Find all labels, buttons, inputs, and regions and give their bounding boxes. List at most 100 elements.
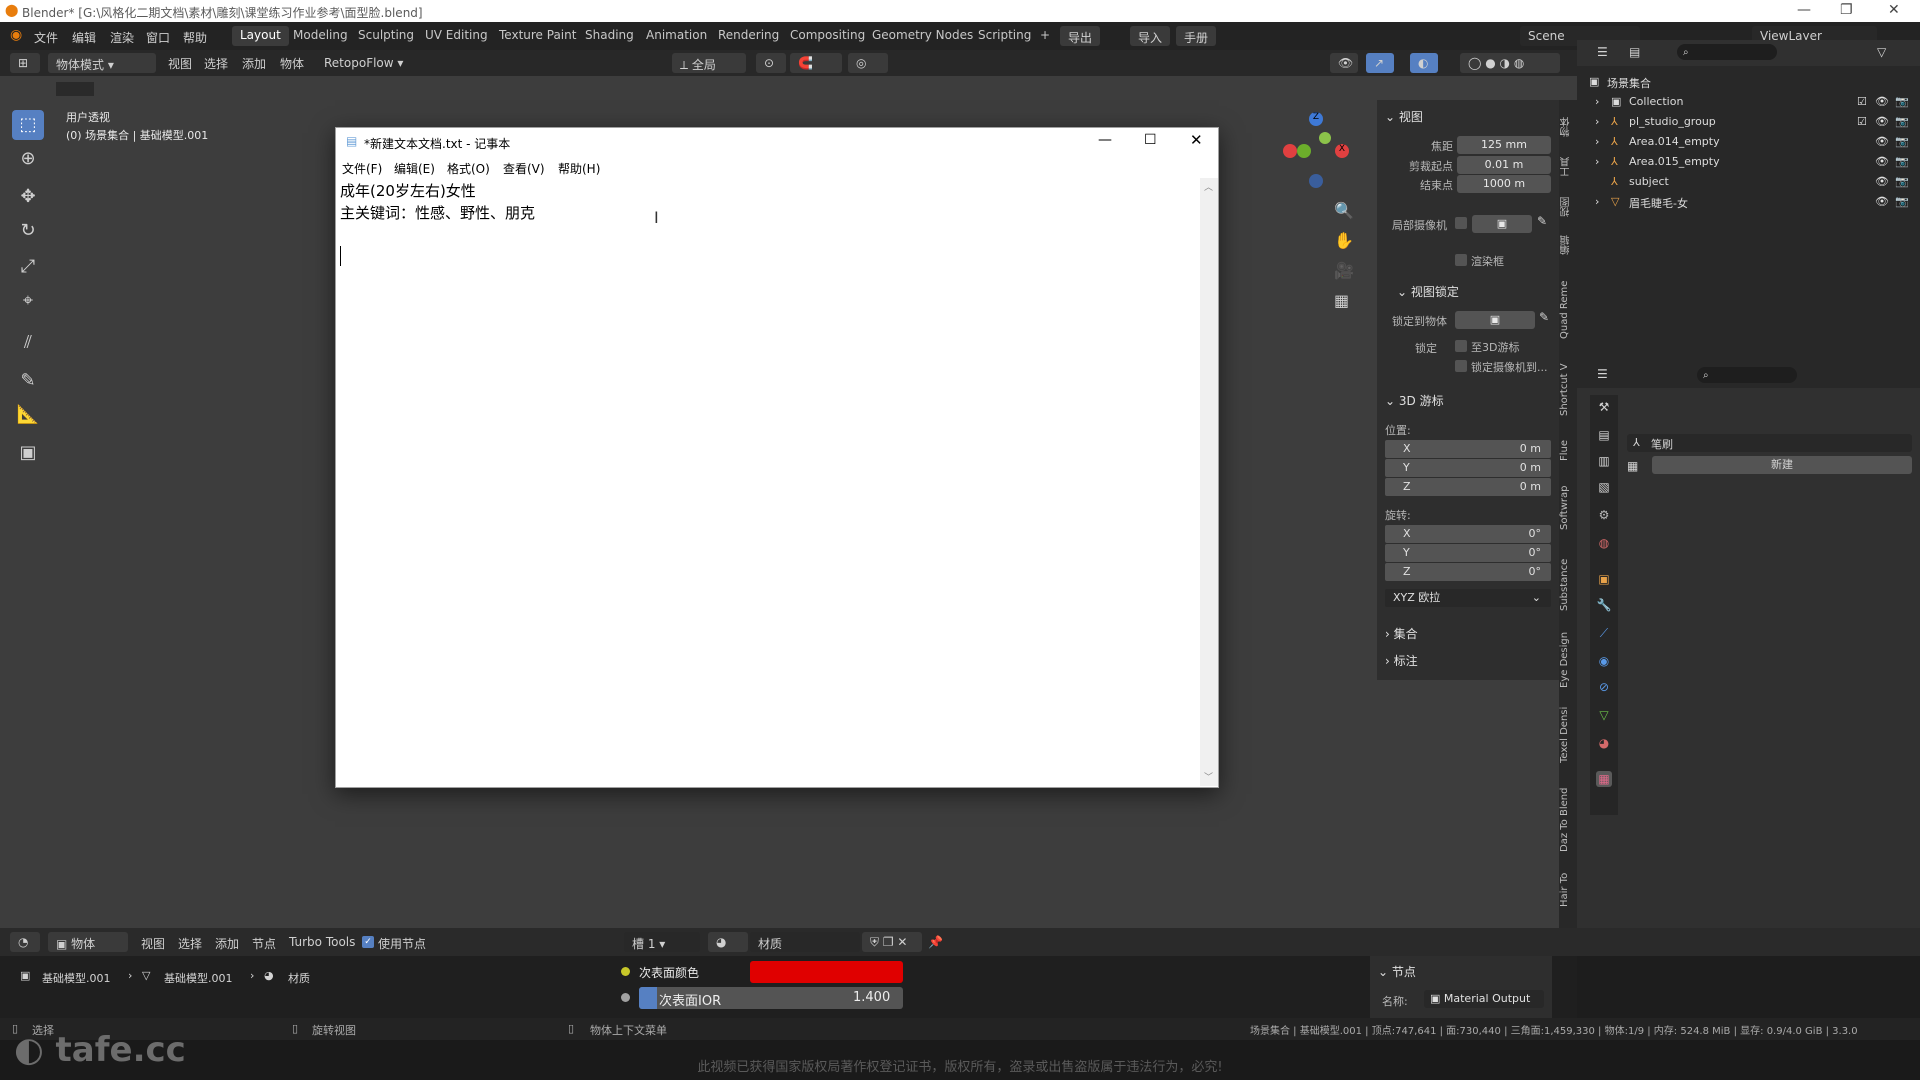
tab-tool[interactable]: 工具 [1559, 152, 1577, 182]
menu-file[interactable]: 文件 [34, 29, 58, 46]
tab-hair-to[interactable]: Hair To [1559, 860, 1577, 920]
eye-icon[interactable]: 👁 [1875, 155, 1889, 168]
tab-uv-editing[interactable]: UV Editing [417, 26, 496, 46]
new-brush-button[interactable]: 新建 [1652, 456, 1912, 474]
outliner-item[interactable]: › ⅄ pl_studio_group ☑ 👁 📷 [1577, 112, 1920, 132]
export-button[interactable]: 导出 [1060, 26, 1101, 46]
slot-selector[interactable]: 槽 1 ▾ [624, 932, 700, 952]
socket-float-icon[interactable] [621, 993, 630, 1002]
cursor-rot-z[interactable]: Z 0° [1385, 563, 1551, 581]
tool-icon[interactable]: ⚒ [1596, 399, 1612, 415]
annotation-panel-header[interactable]: › 标注 [1385, 652, 1418, 669]
tab-edit[interactable]: 编辑 [1559, 230, 1577, 260]
camera-icon[interactable]: 📷 [1895, 135, 1909, 148]
tab-quad-remesher[interactable]: Quad Reme [1559, 270, 1577, 350]
render-region-checkbox[interactable] [1455, 254, 1467, 266]
pivot-icon[interactable]: ⊙ [756, 53, 786, 73]
scale-icon[interactable]: ⤢ [12, 252, 44, 282]
outliner-root[interactable]: ▣ 场景集合 [1577, 72, 1920, 92]
menu-help[interactable]: 帮助 [183, 29, 207, 46]
gizmo-neg-y-axis[interactable] [1319, 132, 1331, 144]
checkbox-icon[interactable]: ☑ [1857, 115, 1867, 128]
menu-render[interactable]: 渲染 [110, 29, 134, 46]
output-icon[interactable]: ▥ [1596, 453, 1612, 469]
minimize-icon[interactable]: — [1098, 132, 1112, 148]
restore-icon[interactable]: ❐ [1840, 2, 1853, 18]
notepad-menu-view[interactable]: 查看(V) [503, 160, 545, 177]
menu-edit[interactable]: 编辑 [72, 29, 96, 46]
menu-view[interactable]: 视图 [141, 935, 165, 952]
node-name-field[interactable]: ▣ Material Output [1424, 990, 1544, 1008]
eye-icon[interactable]: 👁 [1875, 135, 1889, 148]
rotation-mode-selector[interactable]: XYZ 欧拉 ⌄ [1385, 589, 1551, 607]
gizmo-x-axis[interactable]: X [1335, 144, 1349, 158]
tab-layout[interactable]: Layout [232, 26, 289, 46]
lock-3d-cursor-checkbox[interactable] [1455, 340, 1467, 352]
tab-texel-density[interactable]: Texel Densi [1559, 700, 1577, 770]
tab-shortcut-v[interactable]: Shortcut V [1559, 355, 1577, 425]
menu-select[interactable]: 选择 [204, 55, 228, 72]
view-lock-header[interactable]: ⌄ 视图锁定 [1397, 283, 1459, 300]
scene-icon[interactable]: ⚙ [1596, 507, 1612, 523]
expand-icon[interactable]: › [1595, 135, 1599, 148]
camera-icon[interactable]: 📷 [1895, 175, 1909, 188]
texture-tab-icon[interactable]: ▦ [1596, 771, 1612, 787]
retopoflow-menu[interactable]: RetopoFlow ▾ [316, 53, 412, 73]
menu-node[interactable]: 节点 [252, 935, 276, 952]
grid-view-icon[interactable]: ▦ [1334, 286, 1354, 316]
minimize-icon[interactable]: — [1797, 2, 1811, 18]
material-actions[interactable]: ⛨ ❐ ✕ [862, 932, 922, 952]
outliner-search-input[interactable]: ⌕ [1677, 44, 1777, 60]
cursor-icon[interactable]: ⊕ [12, 144, 44, 174]
tab-animation[interactable]: Animation [638, 26, 715, 46]
tab-sculpting[interactable]: Sculpting [350, 26, 422, 46]
cursor-loc-z[interactable]: Z0 m [1385, 478, 1551, 496]
editor-type-icon[interactable]: ⊞ [10, 53, 40, 73]
add-workspace-button[interactable]: + [1032, 26, 1058, 46]
outliner-item[interactable]: › ⅄ Area.015_empty 👁 📷 [1577, 152, 1920, 172]
tab-rendering[interactable]: Rendering [710, 26, 787, 46]
constraints-icon[interactable]: ⊘ [1596, 679, 1612, 695]
gizmo-y-axis[interactable] [1297, 144, 1311, 158]
brush-selector[interactable]: ⅄ 笔刷 [1627, 434, 1912, 452]
camera-icon[interactable]: 📷 [1895, 155, 1909, 168]
focal-length-field[interactable]: 125 mm [1457, 136, 1551, 154]
proportional-edit-icon[interactable]: ◎ [848, 53, 888, 73]
shading-modes[interactable]: ◯ ● ◑ ◍ [1460, 53, 1560, 73]
tab-flue[interactable]: Flue [1559, 430, 1577, 470]
data-icon[interactable]: ▽ [1596, 707, 1612, 723]
shader-type-selector[interactable]: ▣ 物体 [48, 932, 128, 952]
view-panel-header[interactable]: ⌄ 视图 [1385, 108, 1423, 125]
outliner-item[interactable]: › ▽ 眉毛睫毛-女 👁 📷 [1577, 192, 1920, 212]
material-icon[interactable]: ◕ [1596, 735, 1612, 751]
eyedropper-icon[interactable]: ✎ [1537, 214, 1547, 228]
camera-view-icon[interactable]: 🎥 [1334, 256, 1354, 286]
tab-item[interactable]: 物体 [1559, 112, 1577, 142]
menu-add[interactable]: 添加 [215, 935, 239, 952]
local-camera-checkbox[interactable] [1455, 217, 1467, 229]
notepad-menu-help[interactable]: 帮助(H) [558, 160, 600, 177]
local-camera-field[interactable]: ▣ [1472, 215, 1532, 233]
3d-cursor-header[interactable]: ⌄ 3D 游标 [1385, 392, 1444, 409]
clip-end-field[interactable]: 1000 m [1457, 175, 1551, 193]
measure-icon[interactable]: 📐 [12, 400, 44, 430]
breadcrumb-object[interactable]: 基础模型.001 [42, 970, 111, 986]
expand-icon[interactable]: › [1595, 95, 1599, 108]
node-panel-header[interactable]: ⌄ 节点 [1378, 963, 1416, 980]
annotate-line-icon[interactable]: ✎ [12, 366, 44, 396]
notepad-text-area[interactable]: 成年(20岁左右)女性 主关键词：性感、野性、朋克 [336, 178, 1200, 786]
menu-add[interactable]: 添加 [242, 55, 266, 72]
move-icon[interactable]: ✥ [12, 182, 44, 212]
manual-button[interactable]: 手册 [1176, 26, 1217, 46]
select-box-icon[interactable]: ⬚ [12, 110, 44, 140]
cursor-loc-y[interactable]: Y0 m [1385, 459, 1551, 477]
notepad-menu-file[interactable]: 文件(F) [342, 160, 382, 177]
scroll-up-icon[interactable]: ︿ [1204, 180, 1213, 193]
tab-texture-paint[interactable]: Texture Paint [491, 26, 584, 46]
collection-panel-header[interactable]: › 集合 [1385, 625, 1418, 642]
tab-eye-design[interactable]: Eye Design [1559, 625, 1577, 695]
menu-select[interactable]: 选择 [178, 935, 202, 952]
close-icon[interactable]: ✕ [1190, 131, 1203, 149]
zoom-icon[interactable]: 🔍 [1334, 196, 1354, 226]
add-cube-icon[interactable]: ▣ [12, 438, 44, 468]
